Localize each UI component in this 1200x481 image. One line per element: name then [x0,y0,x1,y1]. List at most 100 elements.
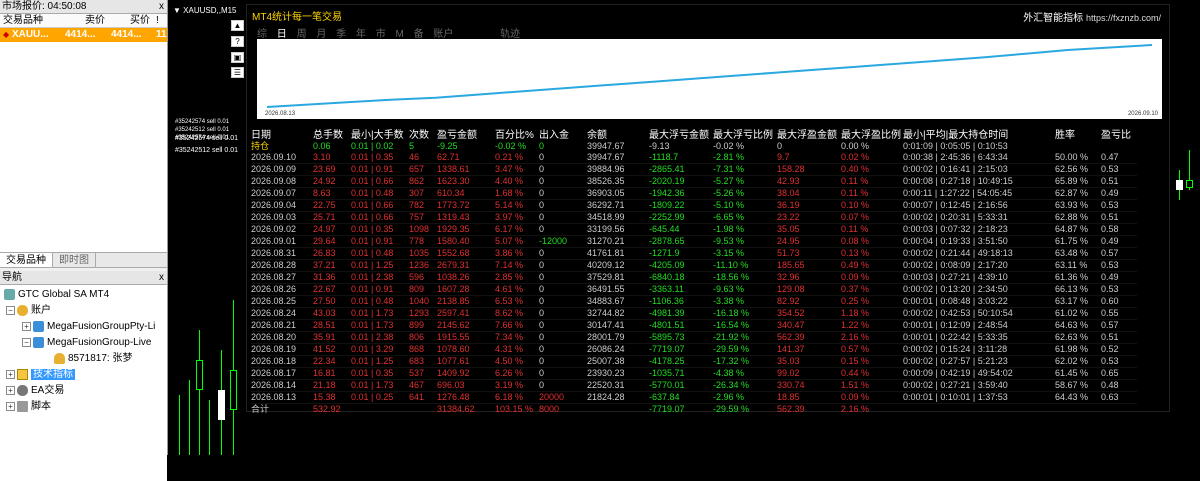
indicator-icon [17,368,28,380]
cell: 2026.08.24 [251,307,313,320]
cell: 百分比% [495,130,534,141]
tree-item-account-server-1[interactable]: + MegaFusionGroupPty-Li [0,319,167,335]
cell: -7.31 % [713,163,777,176]
cell: 日期 [251,130,271,141]
table-row: 2026.08.24 43.03 0.01 | 1.73 1293 2597.41 8.6… [251,307,1137,320]
stats-table: 日期 总手数 最小|大手数 次数 盈亏金额 百分比% 出入金 余额 最大浮亏金额 最大浮亏比例 最大… [251,130,1137,415]
cell: 2026.09.08 [251,175,313,188]
candle [209,400,210,455]
cell: 5.07 % [495,235,539,248]
cell: 657 [409,163,437,176]
cell: -645.44 [649,223,713,236]
cell: -12000 [539,235,587,248]
expand-icon[interactable]: + [6,369,15,379]
cell: 8.63 [313,187,351,200]
cell: 34883.67 [587,295,649,308]
cell: 1035 [409,247,437,260]
cell: 0.57 [1101,247,1137,260]
cell: 0.01 | 3.29 [351,343,409,356]
cell: 0.21 % [495,152,539,164]
cell: 2597.41 [437,307,495,320]
col-ask[interactable]: 买价 [108,14,153,27]
cell: 0.52 [1101,343,1137,356]
cell: 64.63 % [1055,319,1101,332]
tree-item-indicators[interactable]: + 技术指标 [0,367,167,383]
cell: 2.16 % [841,403,903,415]
tab-symbols[interactable]: 交易品种 [0,253,53,267]
cell: 862 [409,175,437,188]
cell: 43.03 [313,307,351,320]
cell: -2.81 % [713,152,777,164]
cell: 103.15 % [495,403,539,415]
cell: 0.49 [1101,271,1137,284]
cell: 39884.96 [587,163,649,176]
candle [1186,180,1193,188]
cell: 1623.30 [437,175,495,188]
expand-icon[interactable]: + [6,401,15,411]
col-spread[interactable]: ! [153,14,167,27]
expand-icon[interactable]: + [22,321,31,331]
cell: 9.7 [777,152,841,164]
expand-icon[interactable]: + [6,385,15,395]
cell: 38526.35 [587,175,649,188]
cell [1101,141,1137,152]
cell: 0.53 [1101,199,1137,212]
cell: 0.11 % [841,223,903,236]
close-icon[interactable]: x [159,271,164,285]
tree-item-scripts[interactable]: + 脚本 [0,399,167,415]
col-bid[interactable]: 卖价 [62,14,108,27]
cell: 61.75 % [1055,235,1101,248]
cell: 18.85 [777,391,841,404]
script-icon [17,400,28,412]
cell: 31384.62 [437,403,495,415]
market-watch-empty [0,42,167,252]
cell: 出入金 [539,130,569,141]
close-icon[interactable]: x [159,0,164,14]
cell: 50.00 % [1055,152,1101,164]
chart-tool-image-icon[interactable]: ▣ [231,52,244,63]
collapse-icon[interactable]: − [22,337,31,347]
cell: 2138.85 [437,295,495,308]
brand-url[interactable]: https://fxznzb.com/ [1086,13,1161,23]
tree-item-account-server-2[interactable]: − MegaFusionGroup-Live [0,335,167,351]
col-symbol[interactable]: 交易品种 [0,14,62,27]
cell: 0.55 [1101,307,1137,320]
cell: 2026.09.09 [251,163,313,176]
brand-name: 外汇智能指标 [1023,13,1084,24]
table-row: 2026.08.27 31.36 0.01 | 2.38 596 1038.26 2.85… [251,271,1137,284]
table-row: 2026.08.25 27.50 0.01 | 0.48 1040 2138.85 6.5… [251,295,1137,308]
tree-item-account-user[interactable]: 8571817: 张梦 [0,351,167,367]
cell: 3.47 % [495,163,539,176]
tree-item-experts[interactable]: + EA交易 [0,383,167,399]
chart-tool-print-icon[interactable]: ☰ [231,67,244,78]
cell: 1098 [409,223,437,236]
cell: 63.93 % [1055,199,1101,212]
cell: 58.67 % [1055,379,1101,392]
cell: 0:00:04 | 0:19:33 | 3:51:50 [903,235,1055,248]
brand[interactable]: 外汇智能指标 https://fxznzb.com/ [1023,9,1161,24]
cell: 0.63 [1101,391,1137,404]
tree-item-server[interactable]: GTC Global SA MT4 [0,287,167,303]
cell: 562.39 [777,403,841,415]
cell: 0.08 % [841,235,903,248]
cell: 37.21 [313,259,351,272]
market-watch-row[interactable]: ◆ XAUU... 4414... 4414... 11 [0,28,167,42]
cell: 0 [539,199,587,212]
cell: 0.09 % [841,391,903,404]
chart-tool-arrow-icon[interactable]: ▲ [231,20,244,31]
cell: 62.87 % [1055,187,1101,200]
cell: 0.01 | 0.66 [351,211,409,224]
order-label[interactable]: #35242512 sell 0.01 [175,147,238,154]
tab-tick-chart[interactable]: 即时图 [53,253,96,267]
collapse-icon[interactable]: − [6,305,15,315]
cell: 0.02 % [841,152,903,164]
cell: 最大浮盈比例 [841,130,901,141]
cell: 0:00:01 | 0:08:48 | 3:03:22 [903,295,1055,308]
tree-item-accounts[interactable]: − 账户 [0,303,167,319]
cell: 0.47 [1101,152,1137,164]
chart-tool-question-icon[interactable]: ? [231,36,244,47]
cell: 0.51 [1101,175,1137,188]
cell: 61.36 % [1055,271,1101,284]
order-label[interactable]: #35242574 sell 0.01 [175,135,238,142]
cell: 129.08 [777,283,841,296]
